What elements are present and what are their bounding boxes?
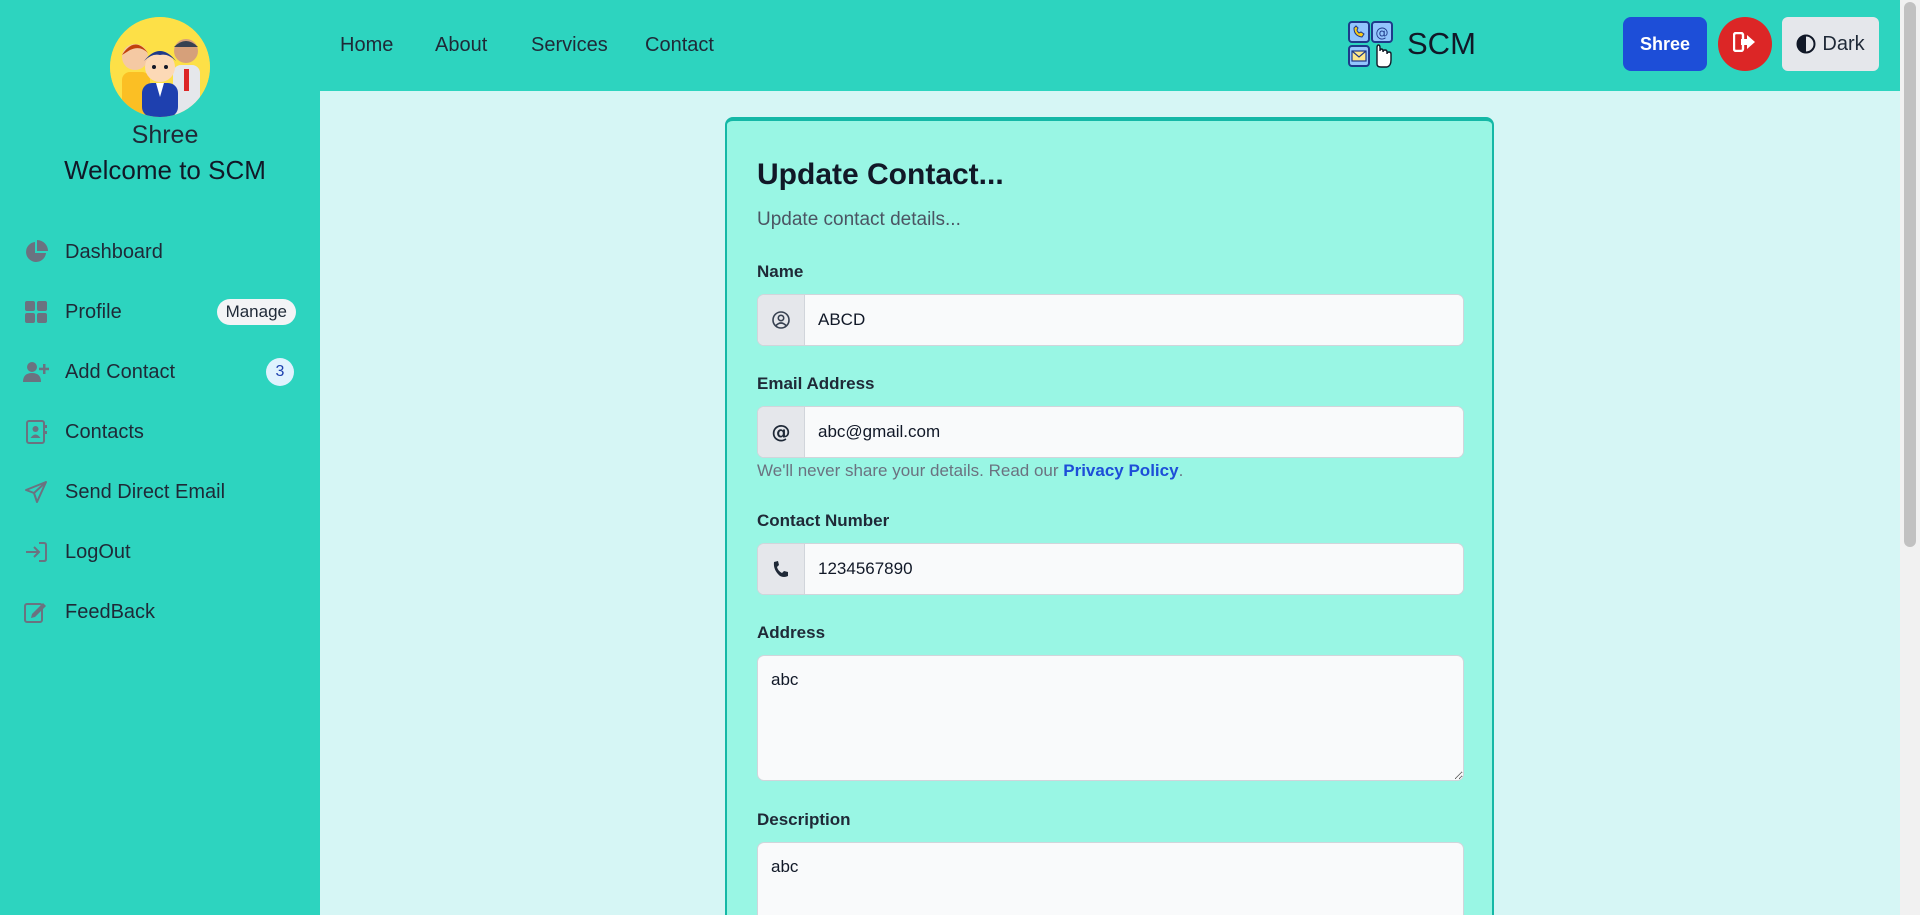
help-text-end: . — [1178, 461, 1184, 480]
page-scrollbar[interactable] — [1900, 0, 1920, 915]
sidebar-item-label: Add Contact — [65, 360, 176, 383]
help-text: We'll never share your details. Read our — [757, 461, 1064, 480]
nav-link-about[interactable]: About — [435, 34, 487, 57]
brand[interactable]: @ SCM — [1347, 20, 1476, 68]
page-title: Update Contact... — [757, 158, 1004, 191]
sidebar-item-label: Send Direct Email — [65, 480, 226, 503]
update-contact-card: Update Contact... Update contact details… — [725, 117, 1494, 915]
sidebar-item-label: Dashboard — [65, 240, 163, 263]
nav-link-contact[interactable]: Contact — [645, 34, 714, 57]
phone-field-group — [757, 543, 1464, 595]
sidebar-welcome-text: Welcome to SCM — [64, 155, 266, 185]
theme-toggle-label: Dark — [1822, 32, 1865, 55]
address-book-icon — [22, 418, 50, 446]
sidebar: Shree Welcome to SCM Dashboard Profile M… — [0, 0, 320, 915]
sidebar-user-name: Shree — [131, 121, 199, 149]
paper-plane-icon — [22, 478, 50, 506]
half-circle-icon — [1796, 34, 1816, 54]
sidebar-item-label: FeedBack — [65, 600, 156, 623]
manage-badge[interactable]: Manage — [216, 299, 296, 325]
scrollbar-thumb[interactable] — [1904, 2, 1916, 547]
nav-link-home[interactable]: Home — [340, 34, 393, 57]
pie-chart-icon — [22, 238, 50, 266]
user-plus-icon — [22, 358, 50, 386]
sidebar-item-label: LogOut — [65, 540, 131, 563]
sidebar-item-label: Contacts — [65, 420, 144, 443]
user-button[interactable]: Shree — [1623, 17, 1707, 71]
sidebar-item-send-email[interactable]: Send Direct Email — [22, 470, 296, 514]
theme-toggle-button[interactable]: Dark — [1782, 17, 1879, 71]
at-sign-icon: @ — [758, 407, 805, 457]
sidebar-item-logout[interactable]: LogOut — [22, 530, 296, 574]
nav-link-services[interactable]: Services — [531, 34, 608, 57]
phone-icon — [758, 544, 805, 594]
privacy-help-text: We'll never share your details. Read our… — [757, 461, 1183, 481]
description-label: Description — [757, 810, 851, 829]
scm-logo-icon: @ — [1347, 20, 1395, 68]
grid-icon — [22, 298, 50, 326]
sidebar-item-profile[interactable]: Profile Manage — [22, 290, 296, 334]
phone-label: Contact Number — [757, 511, 890, 530]
brand-name: SCM — [1407, 26, 1476, 61]
privacy-policy-link[interactable]: Privacy Policy — [1063, 461, 1178, 480]
address-label: Address — [757, 623, 826, 642]
sidebar-item-label: Profile — [65, 300, 122, 323]
address-textarea[interactable]: abc — [757, 655, 1464, 781]
user-circle-icon — [758, 295, 805, 345]
description-textarea[interactable]: abc — [757, 842, 1464, 915]
email-input[interactable] — [805, 407, 1463, 457]
logout-button[interactable] — [1718, 17, 1772, 71]
name-input[interactable] — [805, 295, 1463, 345]
svg-text:@: @ — [1376, 26, 1389, 41]
sidebar-item-add-contact[interactable]: Add Contact 3 — [22, 350, 296, 394]
user-avatar — [110, 17, 210, 117]
sidebar-item-dashboard[interactable]: Dashboard — [22, 230, 296, 274]
phone-input[interactable] — [805, 544, 1463, 594]
page-subtitle: Update contact details... — [757, 209, 961, 230]
name-label: Name — [757, 262, 804, 281]
email-label: Email Address — [757, 374, 875, 393]
sign-out-icon — [1732, 31, 1757, 57]
email-field-group: @ — [757, 406, 1464, 458]
contact-count-badge: 3 — [266, 358, 294, 386]
edit-icon — [22, 598, 50, 626]
sidebar-item-feedback[interactable]: FeedBack — [22, 590, 296, 634]
sidebar-item-contacts[interactable]: Contacts — [22, 410, 296, 454]
name-field-group — [757, 294, 1464, 346]
logout-icon — [22, 538, 50, 566]
